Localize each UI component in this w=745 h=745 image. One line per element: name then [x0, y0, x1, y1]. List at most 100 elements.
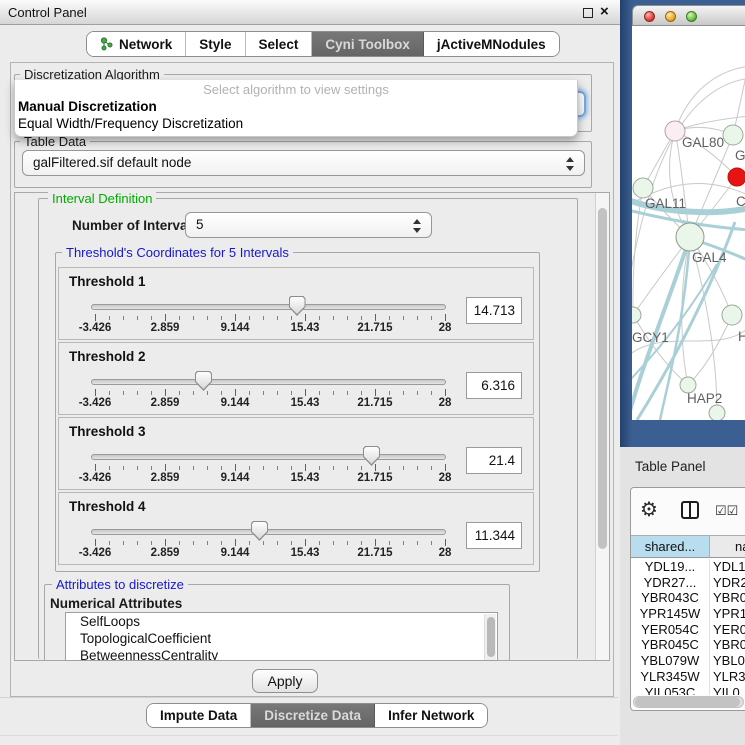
table-row[interactable]: YBR045CYBR0	[631, 637, 745, 653]
threshold-slider[interactable]	[91, 304, 446, 310]
tab-select[interactable]: Select	[246, 32, 313, 56]
list-item[interactable]: BetweennessCentrality	[66, 647, 497, 661]
node-gcy1[interactable]	[632, 307, 641, 323]
tick-label: 21.715	[357, 547, 392, 559]
threshold-slider[interactable]	[91, 529, 446, 535]
threshold-value-field[interactable]: 21.4	[466, 447, 522, 474]
table-row[interactable]: YER054CYER0	[631, 622, 745, 638]
threshold-value-field[interactable]: 11.344	[466, 522, 522, 549]
table-row[interactable]: YBL079WYBL0	[631, 653, 745, 669]
list-scrollbar-thumb[interactable]	[487, 617, 495, 657]
threshold-slider-thumb[interactable]	[195, 371, 212, 391]
table-row[interactable]: YPR145WYPR1	[631, 606, 745, 622]
threshold-slider[interactable]	[91, 379, 446, 385]
table-row[interactable]: YIL053CYIL0	[631, 685, 745, 696]
column-header-name[interactable]: na	[710, 536, 745, 557]
cell: YPR145W	[631, 606, 710, 622]
window-zoom-light[interactable]	[686, 11, 697, 22]
cell: YIL053C	[631, 685, 710, 696]
column-layout-icon[interactable]	[681, 501, 699, 519]
tick-label: 2.859	[151, 397, 180, 409]
tick-label: -3.426	[79, 472, 112, 484]
table-row[interactable]: YBR043CYBR0	[631, 590, 745, 606]
tab-infer-network[interactable]: Infer Network	[375, 704, 487, 727]
tick-label: 2.859	[151, 322, 180, 334]
tab-label: Select	[259, 37, 299, 52]
cell: YBR043C	[631, 590, 710, 606]
tick-label: -3.426	[79, 547, 112, 559]
threshold-slider[interactable]	[91, 454, 446, 460]
dropdown-item-equal-width[interactable]: Equal Width/Frequency Discretization	[15, 115, 577, 132]
tab-jactivemnodules[interactable]: jActiveMNodules	[424, 32, 559, 56]
attributes-group-title: Attributes to discretize	[52, 577, 188, 592]
list-item[interactable]: SelfLoops	[66, 613, 497, 630]
horizontal-scrollbar[interactable]	[633, 696, 744, 708]
network-window-titlebar[interactable]	[632, 5, 745, 26]
node-label: C	[736, 194, 745, 209]
horizontal-scrollbar-thumb[interactable]	[635, 697, 740, 707]
threshold-value-field[interactable]: 14.713	[466, 297, 522, 324]
tick-label: 28	[439, 322, 452, 334]
apply-button[interactable]: Apply	[252, 669, 318, 693]
table-header-row: shared... na	[631, 535, 745, 558]
tick-label: 21.715	[357, 397, 392, 409]
threshold-label: Threshold 2	[69, 349, 146, 364]
threshold-label: Threshold 1	[69, 274, 146, 289]
cell: YER054C	[631, 622, 710, 638]
dropdown-item-manual[interactable]: Manual Discretization	[15, 98, 577, 115]
node-label: HAP2	[687, 391, 722, 406]
table-row[interactable]: YLR345WYLR3	[631, 669, 745, 685]
vertical-scrollbar-thumb[interactable]	[598, 208, 607, 549]
window-minimize-light[interactable]	[665, 11, 676, 22]
node-gal11[interactable]	[633, 178, 653, 198]
tick-label: 15.43	[291, 547, 320, 559]
tab-cyni-toolbox[interactable]: Cyni Toolbox	[312, 32, 424, 56]
select-columns-icon[interactable]: ☑☑	[715, 503, 738, 519]
tab-discretize-data[interactable]: Discretize Data	[251, 704, 375, 727]
float-window-icon[interactable]	[583, 8, 593, 18]
tick-label: 2.859	[151, 547, 180, 559]
cell: YBR0	[710, 637, 745, 653]
divider	[0, 697, 618, 698]
tab-network[interactable]: Network	[87, 32, 186, 56]
network-graph	[632, 26, 745, 420]
tab-impute-data[interactable]: Impute Data	[147, 704, 251, 727]
node-bottom[interactable]	[709, 405, 725, 420]
cell: YDR27...	[631, 575, 710, 591]
cell: YIL0	[710, 685, 745, 696]
threshold-slider-thumb[interactable]	[251, 521, 268, 541]
column-header-shared-name[interactable]: shared...	[631, 536, 710, 557]
window-close-light[interactable]	[644, 11, 655, 22]
threshold-value-field[interactable]: 6.316	[466, 372, 522, 399]
network-view-canvas[interactable]: GAL80 GAL11 GAL4 GCY1 HAP2 H C GA	[632, 26, 745, 420]
node-top-right[interactable]	[723, 125, 743, 145]
threshold-slider-thumb[interactable]	[363, 446, 380, 466]
node-h[interactable]	[722, 305, 742, 325]
cell: YBL0	[710, 653, 745, 669]
tab-style[interactable]: Style	[186, 32, 245, 56]
panel-title: Control Panel	[8, 5, 87, 20]
tick-label: 28	[439, 397, 452, 409]
algorithm-dropdown-popup: Select algorithm to view settings Manual…	[14, 80, 578, 137]
numerical-attributes-label: Numerical Attributes	[50, 596, 182, 611]
table-data-combobox[interactable]: galFiltered.sif default node	[22, 150, 585, 176]
node-red[interactable]	[728, 168, 745, 186]
node-gal4[interactable]	[676, 223, 704, 251]
node-label: GA	[735, 148, 745, 163]
slider-major-ticks	[95, 464, 447, 471]
cell: YDR2	[710, 575, 745, 591]
tab-label: Cyni Toolbox	[325, 37, 410, 52]
tick-label: 15.43	[291, 322, 320, 334]
gear-icon[interactable]: ⚙	[640, 497, 658, 522]
table-row[interactable]: YDR27...YDR2	[631, 575, 745, 591]
list-scrollbar[interactable]	[484, 614, 496, 661]
close-icon[interactable]: ×	[600, 3, 609, 20]
table-row[interactable]: YDL19...YDL1	[631, 559, 745, 575]
tab-label: jActiveMNodules	[437, 37, 546, 52]
tick-label: 15.43	[291, 472, 320, 484]
vertical-scrollbar[interactable]	[595, 193, 609, 660]
list-item[interactable]: TopologicalCoefficient	[66, 630, 497, 647]
num-intervals-combobox[interactable]: 5	[185, 212, 432, 238]
threshold-slider-thumb[interactable]	[289, 296, 306, 316]
tab-label: Discretize Data	[264, 708, 361, 723]
